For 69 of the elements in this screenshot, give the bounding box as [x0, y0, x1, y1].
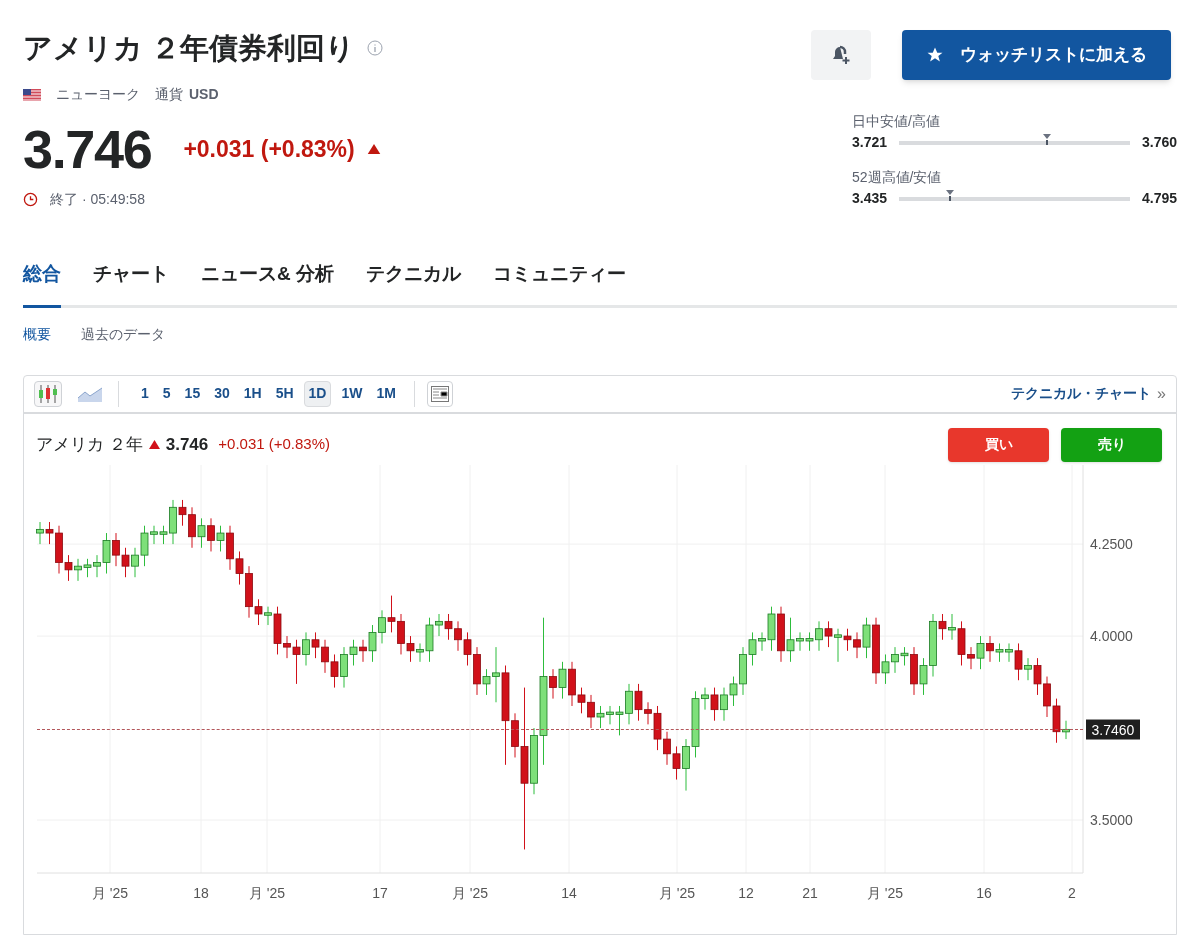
- chart-change: +0.031 (+0.83%): [218, 434, 331, 455]
- candlestick: [387, 594, 396, 633]
- candlestick: [463, 631, 472, 666]
- currency-code: USD: [189, 85, 219, 104]
- buy-button[interactable]: 買い: [948, 427, 1049, 462]
- x-axis-label: 17: [372, 884, 388, 901]
- current-price: 3.746: [23, 119, 152, 179]
- candlestick: [558, 660, 567, 699]
- timeframe-button[interactable]: 30: [210, 380, 234, 407]
- nav-tab[interactable]: ニュース& 分析: [201, 260, 334, 308]
- clock-icon: [23, 192, 38, 207]
- candlestick-chart-button[interactable]: [34, 380, 62, 407]
- nav-tab[interactable]: コミュニティー: [493, 260, 626, 308]
- flag-icon: [23, 88, 41, 101]
- timeframe-button[interactable]: 1H: [239, 380, 266, 407]
- y-axis-label: 4.0000: [1090, 627, 1133, 644]
- price-tag: 3.7460: [1086, 719, 1140, 739]
- candlestick: [83, 557, 92, 578]
- x-axis-label: 2: [1068, 884, 1076, 901]
- timeframe-button[interactable]: 1W: [337, 380, 367, 407]
- nav-tab[interactable]: 総合: [23, 260, 61, 308]
- candlestick: [444, 613, 453, 640]
- sub-tab[interactable]: 概要: [23, 323, 51, 345]
- chart-price: 3.746: [165, 433, 209, 456]
- x-axis-label: 月 '25: [91, 884, 129, 901]
- timeframe-button[interactable]: 5: [158, 380, 175, 407]
- bell-plus-icon: [831, 45, 851, 65]
- x-axis-label: 14: [561, 884, 577, 901]
- range-high: 4.795: [1141, 189, 1177, 208]
- x-axis-label: 21: [802, 884, 818, 901]
- star-icon: [926, 46, 944, 64]
- range-high: 3.760: [1141, 133, 1177, 152]
- y-axis-label: 4.2500: [1090, 535, 1133, 552]
- y-axis-label: 3.5000: [1090, 811, 1133, 828]
- exchange-name: ニューヨーク: [56, 85, 140, 104]
- candlestick: [197, 517, 206, 548]
- x-axis-label: 月 '25: [658, 884, 696, 901]
- range-label: 日中安値/高値: [852, 112, 941, 131]
- timeframe-button[interactable]: 1: [137, 380, 153, 407]
- page-title: アメリカ ２年債券利回り: [23, 31, 356, 66]
- sub-tab[interactable]: 過去のデータ: [81, 323, 165, 345]
- x-axis-label: 16: [976, 884, 992, 901]
- alert-button[interactable]: [811, 30, 871, 80]
- nav-tab[interactable]: チャート: [93, 260, 169, 308]
- nav-tab[interactable]: テクニカル: [366, 260, 461, 308]
- candlestick: [995, 642, 1004, 662]
- technical-chart-link[interactable]: テクニカル・チャート »: [1011, 381, 1166, 406]
- x-axis-label: 月 '25: [248, 884, 286, 901]
- range-low: 3.721: [852, 133, 888, 152]
- timeframe-button[interactable]: 1D: [303, 380, 332, 407]
- currency-label: 通貨: [155, 85, 183, 104]
- range-low: 3.435: [852, 189, 888, 208]
- timeframe-button[interactable]: 5H: [271, 380, 298, 407]
- x-axis-label: 18: [193, 884, 209, 901]
- x-axis-label: 月 '25: [451, 884, 489, 901]
- x-axis-label: 月 '25: [866, 884, 904, 901]
- timeframe-button[interactable]: 1M: [372, 380, 400, 407]
- add-to-watchlist-button[interactable]: ウォッチリストに加える: [902, 30, 1171, 80]
- price-change: +0.031 (+0.83%): [183, 134, 355, 164]
- news-layout-button[interactable]: [426, 380, 453, 407]
- candlestick: [824, 620, 833, 648]
- candlestick: [311, 631, 320, 659]
- x-axis-label: 12: [738, 884, 754, 901]
- candlestick: [330, 653, 339, 688]
- chart-symbol: アメリカ ２年: [36, 433, 143, 456]
- range-label: 52週高値/安値: [852, 168, 943, 187]
- market-status: 終了 · 05:49:58: [50, 190, 145, 209]
- candlestick: [121, 546, 130, 578]
- timeframe-button[interactable]: 15: [180, 380, 205, 407]
